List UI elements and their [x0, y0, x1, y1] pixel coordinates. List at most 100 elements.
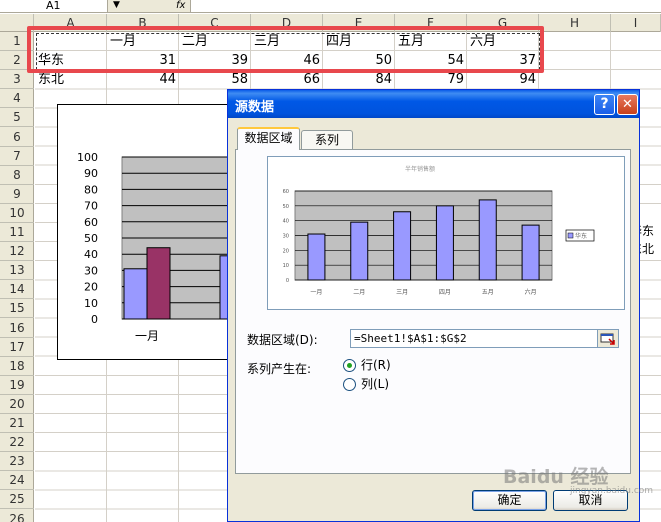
y-tick-label: 0	[91, 313, 98, 326]
preview-y-tick-label: 40	[283, 219, 289, 225]
cell-b3[interactable]: 44	[107, 71, 179, 89]
data-range-label: 数据区域(D):	[247, 333, 318, 347]
y-tick-label: 60	[84, 216, 98, 229]
tab-series[interactable]: 系列	[301, 130, 353, 151]
preview-y-tick-label: 30	[283, 234, 289, 240]
y-tick-label: 10	[84, 297, 98, 310]
preview-y-tick-label: 10	[283, 263, 289, 269]
dialog-title: 源数据	[235, 100, 275, 115]
collapse-dialog-icon	[600, 333, 615, 345]
row-header-8[interactable]: 8	[0, 166, 34, 185]
row-header-6[interactable]: 6	[0, 128, 34, 147]
close-button[interactable]: ✕	[617, 94, 638, 115]
name-box[interactable]: A1	[0, 0, 108, 12]
row-header-3[interactable]: 3	[0, 70, 34, 90]
column-header-h[interactable]: H	[539, 14, 611, 32]
y-tick-label: 100	[77, 151, 98, 164]
chart-preview: 半年销售额 0 10 20 30 40 50 60 一月 二月 三月 四月 五月 六月 华东	[267, 156, 625, 310]
row-header-7[interactable]: 7	[0, 147, 34, 166]
row-header-20[interactable]: 20	[0, 395, 34, 414]
preview-y-tick-label: 50	[283, 204, 289, 210]
chevron-down-icon[interactable]: ▼	[113, 0, 120, 11]
row-header-18[interactable]: 18	[0, 357, 34, 376]
preview-legend-label: 华东	[575, 232, 587, 240]
help-button[interactable]: ?	[594, 94, 615, 115]
preview-bar-五月	[478, 199, 497, 281]
column-header-i[interactable]: I	[611, 14, 661, 32]
x-tick-label: 一月	[135, 329, 159, 343]
preview-y-tick-label: 20	[283, 248, 289, 254]
row-header-26[interactable]: 26	[0, 510, 34, 522]
data-range-input[interactable]: =Sheet1!$A$1:$G$2	[350, 329, 608, 348]
row-header-13[interactable]: 13	[0, 261, 34, 281]
cell-f3[interactable]: 79	[395, 71, 467, 89]
preview-x-tick-label: 五月	[482, 289, 494, 296]
y-tick-label: 20	[84, 281, 98, 294]
row-header-24[interactable]: 24	[0, 471, 34, 491]
row-header-21[interactable]: 21	[0, 414, 34, 433]
row-header-4[interactable]: 4	[0, 89, 34, 109]
radio-rows-indicator[interactable]	[343, 359, 356, 372]
y-tick-label: 80	[84, 183, 98, 196]
preview-bar-六月	[521, 224, 540, 281]
preview-legend-swatch	[567, 232, 574, 239]
preview-x-tick-label: 六月	[525, 288, 537, 296]
row-header-22[interactable]: 22	[0, 433, 34, 453]
radio-columns-label: 列(L)	[361, 377, 390, 391]
preview-bar-二月	[350, 221, 369, 281]
dialog-titlebar[interactable]: 源数据 ? ✕	[228, 90, 639, 118]
formula-input[interactable]	[190, 0, 661, 12]
embedded-chart-svg: 0102030405060708090100一月二月	[77, 151, 267, 343]
preview-title: 半年销售额	[405, 165, 435, 173]
collapse-dialog-button[interactable]	[597, 329, 619, 348]
cell-a3[interactable]: 东北	[38, 71, 64, 89]
tab-panel: 半年销售额 0 10 20 30 40 50 60 一月 二月 三月 四月 五月 六月 华东 数据区域(D)…	[235, 149, 631, 474]
bar-东北-一月	[146, 247, 171, 320]
y-tick-label: 50	[84, 232, 98, 245]
row-header-23[interactable]: 23	[0, 452, 34, 472]
preview-x-tick-label: 三月	[396, 289, 408, 296]
formula-bar: A1 ▼ fx	[0, 0, 661, 13]
preview-x-tick-label: 四月	[439, 289, 451, 296]
embedded-chart[interactable]: 0102030405060708090100一月二月	[57, 104, 267, 360]
radio-rows-label: 行(R)	[361, 358, 391, 372]
row-header: 1 2 3 4 5 6 7 8 9 10 11 12 13 14 15 16 17 18 19 20 21 22 23 24 2…	[0, 32, 34, 522]
row-header-17[interactable]: 17	[0, 338, 34, 357]
row-header-15[interactable]: 15	[0, 299, 34, 319]
chart-preview-svg: 半年销售额 0 10 20 30 40 50 60 一月 二月 三月 四月 五月 六月 华东	[283, 165, 595, 296]
cell-g3[interactable]: 94	[467, 71, 539, 89]
radio-columns-indicator[interactable]	[343, 378, 356, 391]
row-header-11[interactable]: 11	[0, 223, 34, 242]
row-header-14[interactable]: 14	[0, 280, 34, 300]
series-in-label: 系列产生在:	[247, 362, 312, 376]
row-header-25[interactable]: 25	[0, 490, 34, 510]
cell-d3[interactable]: 66	[251, 71, 323, 89]
row-header-9[interactable]: 9	[0, 185, 34, 204]
preview-bar-三月	[393, 211, 412, 281]
preview-legend: 华东	[565, 229, 595, 242]
row-header-19[interactable]: 19	[0, 376, 34, 395]
row-header-5[interactable]: 5	[0, 108, 34, 128]
cell-e3[interactable]: 84	[323, 71, 395, 89]
preview-bar-四月	[435, 205, 454, 281]
highlight-box	[27, 26, 544, 73]
preview-x-tick-label: 二月	[353, 289, 365, 296]
preview-bar-一月	[307, 233, 326, 281]
watermark-url: jingyan.baidu.com	[570, 486, 654, 496]
bar-华东-一月	[123, 268, 148, 320]
preview-y-tick-label: 60	[283, 189, 289, 195]
cell-c3[interactable]: 58	[179, 71, 251, 89]
y-tick-label: 90	[84, 167, 98, 180]
watermark: Baidu 经验	[503, 466, 609, 488]
y-tick-label: 70	[84, 200, 98, 213]
row-header-12[interactable]: 12	[0, 242, 34, 262]
y-tick-label: 40	[84, 248, 98, 261]
preview-y-tick-label: 0	[286, 278, 289, 284]
ok-button[interactable]: 确定	[472, 490, 547, 511]
y-tick-label: 30	[84, 264, 98, 277]
preview-x-tick-label: 一月	[310, 289, 322, 296]
row-header-10[interactable]: 10	[0, 204, 34, 223]
tab-data-range[interactable]: 数据区域	[237, 127, 300, 150]
fx-icon[interactable]: fx	[176, 0, 185, 11]
row-header-16[interactable]: 16	[0, 319, 34, 338]
